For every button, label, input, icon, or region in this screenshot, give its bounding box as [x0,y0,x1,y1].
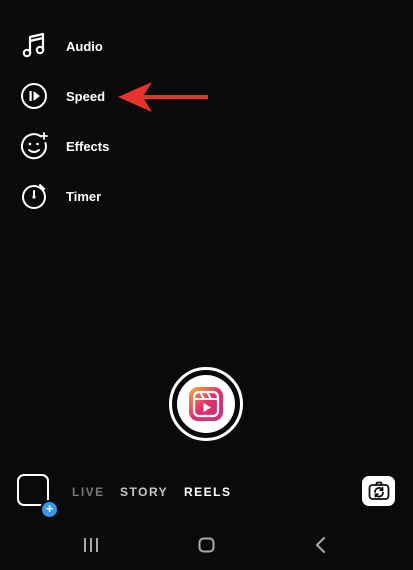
timer-icon [18,180,50,212]
effects-face-icon [18,130,50,162]
flip-camera-button[interactable] [362,476,395,506]
speed-icon [18,80,50,112]
mode-story[interactable]: STORY [120,485,168,499]
flip-camera-icon [368,481,389,500]
tool-label: Effects [66,138,110,154]
home-icon[interactable] [197,535,217,555]
mode-reels[interactable]: REELS [184,485,232,499]
system-navigation-bar [0,533,413,563]
tool-effects[interactable]: Effects [18,129,109,163]
plus-icon: + [40,500,59,519]
record-button[interactable] [169,367,243,441]
annotation-arrow-icon [118,82,208,112]
tool-label: Speed [66,88,106,104]
tool-timer[interactable]: Timer [18,179,101,213]
tool-audio[interactable]: Audio [18,29,103,63]
tool-label: Timer [66,188,102,204]
tool-speed[interactable]: Speed [18,79,105,113]
tool-label: Audio [66,38,103,54]
reels-icon [189,387,223,421]
recent-apps-icon[interactable] [82,535,100,555]
mode-live[interactable]: LIVE [72,485,105,499]
back-icon[interactable] [312,535,330,555]
music-note-icon [18,30,50,62]
